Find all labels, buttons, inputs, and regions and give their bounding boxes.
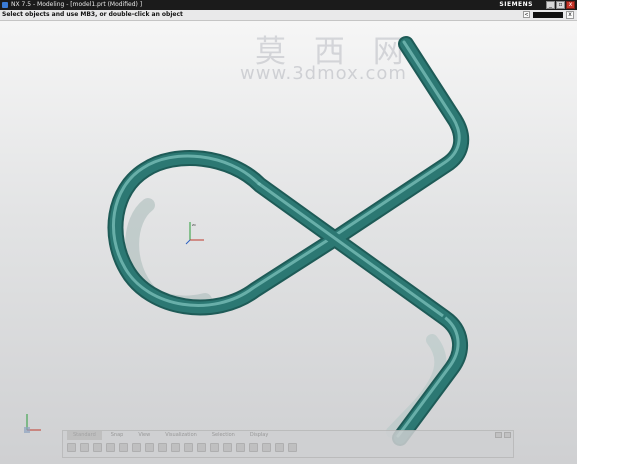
- view-triad: [24, 414, 41, 433]
- save-icon[interactable]: [93, 443, 102, 452]
- rotate-icon[interactable]: [210, 443, 219, 452]
- status-box: [533, 12, 563, 18]
- snap-icon[interactable]: [275, 443, 284, 452]
- toolbar-close-button[interactable]: [504, 432, 511, 438]
- nx-app-icon[interactable]: [2, 2, 8, 8]
- title-bar: NX 7.5 - Modeling - [model1.prt (Modifie…: [0, 0, 577, 10]
- restore-button[interactable]: ▫: [556, 1, 565, 9]
- cue-line: Select objects and use MB3, or double-cl…: [0, 10, 577, 21]
- orient-icon[interactable]: [288, 443, 297, 452]
- toolbar-pin-button[interactable]: [495, 432, 502, 438]
- model-canvas[interactable]: ZC: [0, 21, 577, 464]
- new-icon[interactable]: [67, 443, 76, 452]
- open-icon[interactable]: [80, 443, 89, 452]
- cue-close-button[interactable]: x: [566, 11, 574, 19]
- graphics-window[interactable]: 莫 西 网 www.3dmox.com ZC Standard Snap Vie…: [0, 21, 577, 464]
- tab-display[interactable]: Display: [244, 431, 274, 440]
- collapse-arrow-button[interactable]: <: [523, 11, 530, 18]
- toolbar-tools: [67, 443, 297, 452]
- copy-icon[interactable]: [119, 443, 128, 452]
- spring-wire: [109, 38, 468, 444]
- minimize-button[interactable]: _: [546, 1, 555, 9]
- wcs-triad: ZC: [185, 222, 204, 245]
- tab-selection[interactable]: Selection: [206, 431, 241, 440]
- fit-icon[interactable]: [171, 443, 180, 452]
- spring-wire-highlight: [112, 40, 461, 438]
- filter-icon[interactable]: [262, 443, 271, 452]
- cue-text: Select objects and use MB3, or double-cl…: [2, 11, 183, 18]
- layer-icon[interactable]: [249, 443, 258, 452]
- undo-icon[interactable]: [145, 443, 154, 452]
- siemens-logo: SIEMENS: [499, 1, 533, 8]
- window-title: NX 7.5 - Modeling - [model1.prt (Modifie…: [11, 1, 143, 8]
- zoom-icon[interactable]: [184, 443, 193, 452]
- pan-icon[interactable]: [197, 443, 206, 452]
- wireframe-icon[interactable]: [236, 443, 245, 452]
- spring-wire-outline: [107, 36, 470, 446]
- shaded-icon[interactable]: [223, 443, 232, 452]
- redo-icon[interactable]: [158, 443, 167, 452]
- paste-icon[interactable]: [132, 443, 141, 452]
- tab-snap[interactable]: Snap: [105, 431, 130, 440]
- tab-standard[interactable]: Standard: [67, 431, 102, 440]
- right-margin: [577, 0, 639, 469]
- close-button[interactable]: x: [566, 1, 575, 9]
- tab-view[interactable]: View: [132, 431, 156, 440]
- tab-visualization[interactable]: Visualization: [159, 431, 203, 440]
- resource-toolbar: Standard Snap View Visualization Selecti…: [62, 430, 514, 458]
- triad-label: ZC: [192, 223, 196, 227]
- cut-icon[interactable]: [106, 443, 115, 452]
- toolbar-tabs: Standard Snap View Visualization Selecti…: [63, 431, 517, 440]
